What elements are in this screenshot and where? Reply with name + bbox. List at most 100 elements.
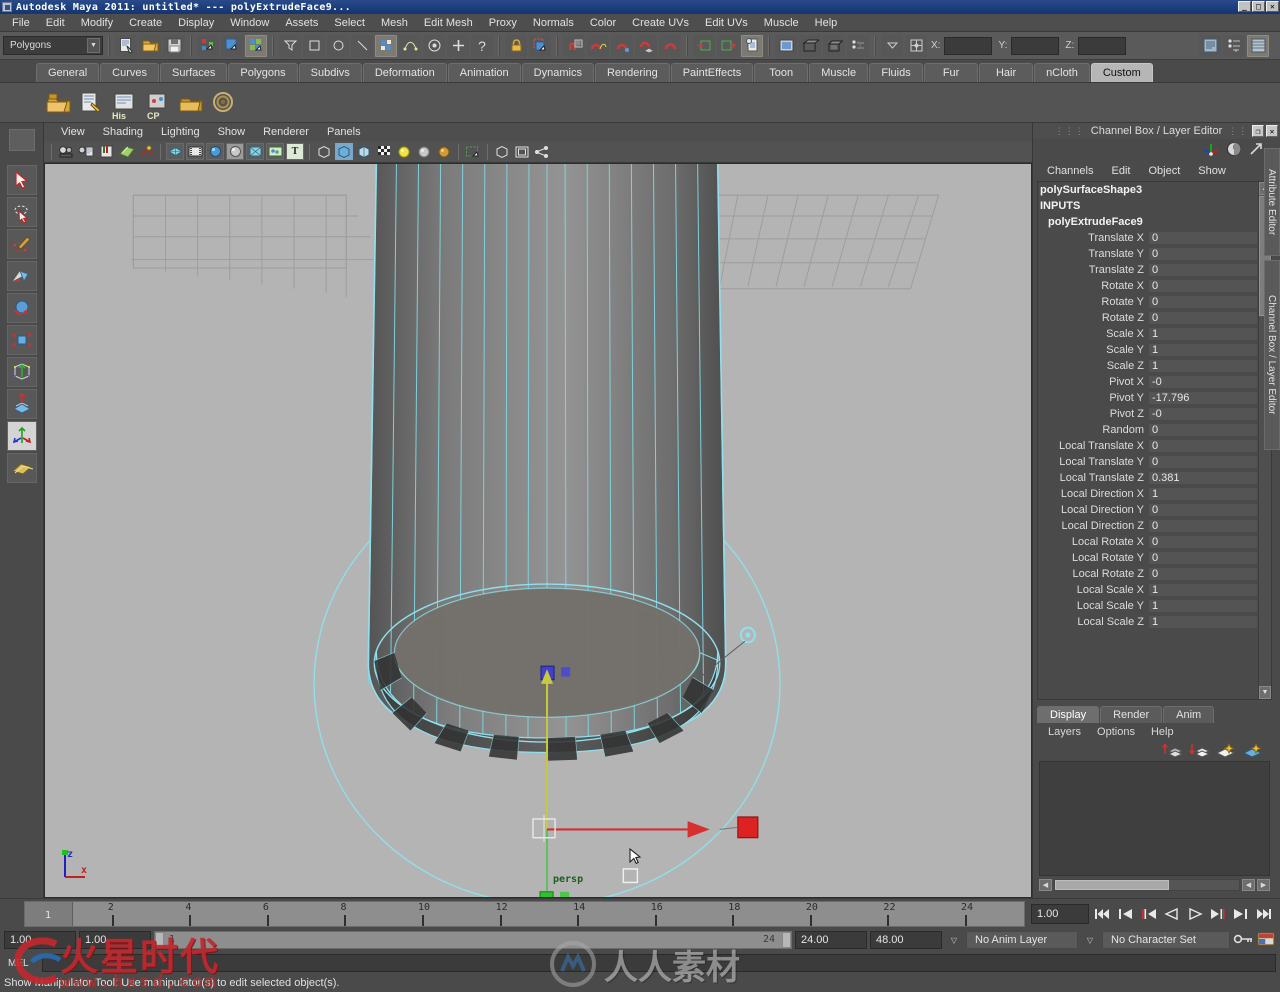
component-mask-icon[interactable]	[375, 34, 397, 57]
channel-value[interactable]: 1	[1148, 615, 1258, 629]
scroll-thumb[interactable]	[1055, 880, 1170, 890]
anim-layer-dropdown[interactable]: No Anim Layer	[966, 931, 1078, 949]
select-circle-icon[interactable]	[327, 34, 349, 57]
curve-point-icon[interactable]	[399, 34, 421, 57]
highlight-selection-icon[interactable]	[529, 34, 551, 57]
keyframe-icon[interactable]	[137, 143, 155, 160]
render-sequence-icon[interactable]	[799, 34, 821, 57]
lock-icon[interactable]	[505, 34, 527, 57]
select-rect-icon[interactable]	[303, 34, 325, 57]
pivot-point-icon[interactable]	[423, 34, 445, 57]
smooth-shade-all-icon[interactable]	[206, 143, 224, 160]
command-input[interactable]	[42, 954, 1276, 972]
shadows-icon[interactable]	[415, 143, 433, 160]
film-gate-icon[interactable]	[186, 143, 204, 160]
menu-select[interactable]: Select	[326, 14, 373, 32]
lasso-tool-icon[interactable]	[6, 197, 37, 227]
menu-modify[interactable]: Modify	[73, 14, 121, 32]
y-coord-field[interactable]	[1011, 36, 1060, 55]
coil-icon[interactable]	[209, 88, 239, 118]
close-panel-button[interactable]: ✕	[1266, 125, 1278, 137]
history-icon[interactable]: His	[110, 88, 140, 121]
all-lights-icon[interactable]	[395, 143, 413, 160]
hardware-texture-icon[interactable]	[266, 143, 284, 160]
render-batch-icon[interactable]	[823, 34, 845, 57]
play-forwards-icon[interactable]	[1185, 905, 1205, 923]
channel-value[interactable]: -0	[1148, 375, 1258, 389]
channel-value[interactable]: 1	[1148, 359, 1258, 373]
menu-display[interactable]: Display	[170, 14, 222, 32]
shelf-tab-surfaces[interactable]: Surfaces	[159, 63, 228, 82]
channel-value[interactable]: 0	[1148, 311, 1258, 325]
scroll-track[interactable]	[1054, 879, 1240, 891]
shelf-tab-toon[interactable]: Toon	[754, 63, 809, 82]
channel-value[interactable]: 0	[1148, 423, 1258, 437]
new-scene-icon[interactable]	[115, 34, 137, 57]
channelbox-menu-channels[interactable]: Channels	[1039, 165, 1101, 177]
shelf-tab-painteffects[interactable]: PaintEffects	[670, 63, 754, 82]
shelf-tab-subdivs[interactable]: Subdivs	[298, 63, 362, 82]
channelbox-node-name[interactable]: polyExtrudeFace9	[1038, 214, 1258, 230]
z-coord-field[interactable]	[1078, 36, 1127, 55]
open-scene-icon[interactable]	[139, 34, 161, 57]
viewport-menu-shading[interactable]: Shading	[94, 123, 152, 141]
range-handle-left[interactable]	[155, 932, 164, 948]
shelf-tab-polygons[interactable]: Polygons	[228, 63, 298, 82]
shelf-tab-curves[interactable]: Curves	[100, 63, 159, 82]
chevron-down-icon[interactable]	[881, 34, 903, 57]
show-manipulator-icon[interactable]	[6, 421, 37, 451]
menu-edit-uvs[interactable]: Edit UVs	[697, 14, 756, 32]
channel-value[interactable]: 0	[1148, 567, 1258, 581]
exposure-icon[interactable]	[435, 143, 453, 160]
channel-value[interactable]: 0	[1148, 231, 1258, 245]
viewport-menu-panels[interactable]: Panels	[318, 123, 370, 141]
character-set-dropdown[interactable]: No Character Set	[1102, 931, 1230, 949]
side-tab-attribute-editor[interactable]: Attribute Editor	[1264, 148, 1280, 256]
image-plane-icon[interactable]	[117, 143, 135, 160]
menu-assets[interactable]: Assets	[277, 14, 326, 32]
minimize-button[interactable]: _	[1238, 1, 1251, 12]
grid-toggle-icon[interactable]	[493, 143, 511, 160]
step-forward-frame-icon[interactable]	[1231, 905, 1251, 923]
soft-modification-icon[interactable]	[6, 389, 37, 419]
menu-edit-mesh[interactable]: Edit Mesh	[416, 14, 481, 32]
go-to-end-icon[interactable]	[1254, 905, 1274, 923]
channel-value[interactable]: 1	[1148, 343, 1258, 357]
default-light-icon[interactable]	[355, 143, 373, 160]
snap-live-icon[interactable]	[659, 34, 681, 57]
snap-curve-icon[interactable]	[587, 34, 609, 57]
scroll-right-button[interactable]: ▶	[1257, 879, 1270, 891]
menu-muscle[interactable]: Muscle	[756, 14, 807, 32]
snap-grid-icon[interactable]	[563, 34, 585, 57]
input-connection-icon[interactable]	[693, 34, 715, 57]
channel-value[interactable]: 1	[1148, 327, 1258, 341]
animation-preferences-icon[interactable]	[1256, 931, 1276, 950]
shelf-tab-custom[interactable]: Custom	[1090, 63, 1153, 82]
xray-joints-icon[interactable]	[335, 143, 353, 160]
bookmark-icon[interactable]	[97, 143, 115, 160]
wireframe-shading-icon[interactable]	[166, 143, 184, 160]
select-by-object-icon[interactable]	[221, 34, 243, 57]
animation-start-field[interactable]: 1.00	[4, 931, 76, 949]
layer-tab-display[interactable]: Display	[1037, 706, 1100, 723]
layer-menu-options[interactable]: Options	[1090, 726, 1142, 738]
chevron-down-icon-2[interactable]: ▽	[1081, 931, 1099, 949]
select-line-icon[interactable]	[351, 34, 373, 57]
new-layer-from-selected-icon[interactable]	[1242, 742, 1264, 761]
save-scene-icon[interactable]	[163, 34, 185, 57]
channel-value[interactable]: -0	[1148, 407, 1258, 421]
channel-value[interactable]: 0	[1148, 503, 1258, 517]
channel-value[interactable]: 0	[1148, 455, 1258, 469]
share-icon[interactable]	[533, 143, 551, 160]
channelbox-menu-object[interactable]: Object	[1140, 165, 1188, 177]
camera-attributes-icon[interactable]	[77, 143, 95, 160]
menu-mesh[interactable]: Mesh	[373, 14, 416, 32]
control-point-icon[interactable]: CP	[143, 88, 173, 121]
play-backwards-icon[interactable]	[1162, 905, 1182, 923]
viewport-menu-lighting[interactable]: Lighting	[152, 123, 209, 141]
channelbox-menu-edit[interactable]: Edit	[1103, 165, 1138, 177]
step-forward-key-icon[interactable]	[1208, 905, 1228, 923]
menu-window[interactable]: Window	[222, 14, 277, 32]
scroll-down-button[interactable]: ▼	[1259, 686, 1271, 699]
layer-list[interactable]	[1039, 761, 1270, 876]
